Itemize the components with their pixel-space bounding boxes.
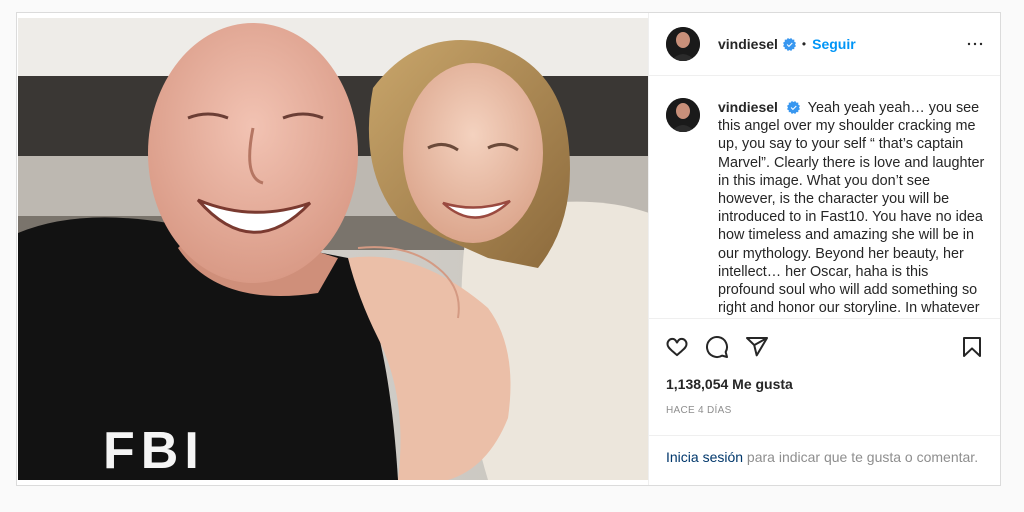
verified-badge-icon [786, 101, 800, 114]
likes-count[interactable]: 1,138,054 Me gusta [649, 375, 1000, 393]
separator: • [801, 37, 807, 51]
avatar[interactable] [666, 27, 700, 61]
heart-icon[interactable] [665, 335, 689, 359]
login-prompt-text: para indicar que te gusta o comentar. [743, 449, 979, 465]
post-photo[interactable]: FBI [18, 18, 648, 480]
bookmark-icon[interactable] [960, 335, 984, 359]
comment-icon[interactable] [705, 335, 729, 359]
post-sidebar: vindiesel • Seguir vindiesel Yeah yeah y… [648, 13, 1000, 485]
photo-illustration: FBI [18, 18, 648, 480]
post-card: FBI vindiesel • Seguir vindiesel Yeah ye… [16, 12, 1001, 486]
post-header: vindiesel • Seguir [649, 13, 1000, 76]
verified-badge-icon [782, 37, 796, 51]
caption-area: vindiesel Yeah yeah yeah… you see this a… [649, 76, 1000, 319]
follow-button[interactable]: Seguir [812, 36, 856, 52]
timestamp[interactable]: HACE 4 DÍAS [649, 393, 1000, 421]
caption: vindiesel Yeah yeah yeah… you see this a… [718, 98, 986, 318]
action-bar [649, 319, 1000, 375]
caption-username[interactable]: vindiesel [718, 99, 778, 115]
caption-avatar[interactable] [666, 98, 700, 132]
shirt-text: FBI [103, 422, 205, 480]
more-options-icon[interactable] [966, 35, 984, 53]
username[interactable]: vindiesel [718, 36, 778, 52]
share-icon[interactable] [745, 335, 769, 359]
login-prompt: Inicia sesión para indicar que te gusta … [649, 435, 1000, 467]
caption-text: Yeah yeah yeah… you see this angel over … [718, 100, 985, 317]
login-link[interactable]: Inicia sesión [666, 449, 743, 465]
